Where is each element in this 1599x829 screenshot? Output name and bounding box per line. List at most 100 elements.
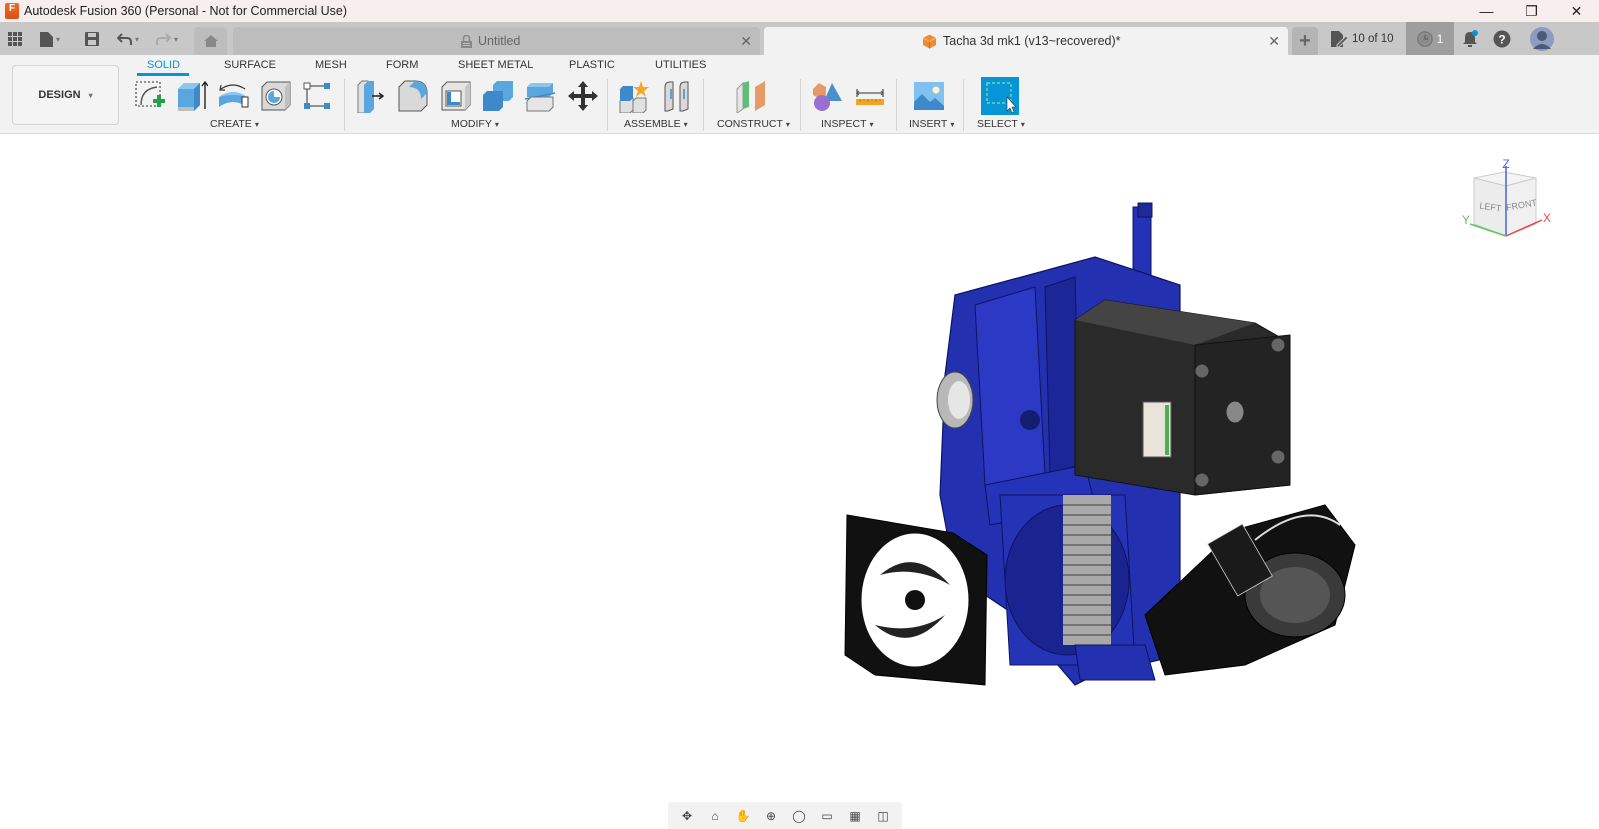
display-settings-icon[interactable]: ▭: [816, 808, 838, 824]
toolbar-ribbon: DESIGN ▾ SOLID SURFACE MESH FORM SHEET M…: [0, 55, 1599, 134]
pattern-button[interactable]: [299, 78, 335, 114]
fit-icon[interactable]: ◯: [788, 808, 810, 824]
group-divider: [963, 79, 964, 131]
version-history-button[interactable]: 10 of 10: [1330, 28, 1394, 50]
group-divider: [607, 79, 608, 131]
notifications-button[interactable]: [1459, 28, 1481, 50]
group-label: CONSTRUCT: [717, 118, 783, 130]
hole-button[interactable]: [258, 78, 294, 114]
modify-menu[interactable]: MODIFY ▾: [451, 118, 499, 130]
move-copy-button[interactable]: [565, 78, 601, 114]
look-at-icon[interactable]: ⌂: [704, 808, 726, 824]
select-button[interactable]: [981, 77, 1019, 115]
file-menu-button[interactable]: ▾: [40, 28, 60, 50]
tab-sheet-metal[interactable]: SHEET METAL: [458, 59, 533, 71]
redo-button[interactable]: ▾: [156, 28, 178, 50]
job-count: 1: [1436, 31, 1444, 46]
offset-plane-button[interactable]: [733, 78, 769, 114]
joint-icon: [664, 81, 689, 112]
combine-button[interactable]: [480, 78, 516, 114]
restore-button[interactable]: ❐: [1509, 0, 1554, 22]
grid-icon[interactable]: ▦: [844, 808, 866, 824]
data-panel-button[interactable]: [8, 28, 22, 50]
new-component-button[interactable]: [616, 78, 652, 114]
job-status-button[interactable]: 1: [1406, 22, 1454, 55]
tab-label: Untitled: [478, 34, 521, 48]
chevron-down-icon: ▾: [254, 119, 259, 129]
fillet-button[interactable]: [396, 78, 432, 114]
clock-icon: [1416, 30, 1433, 47]
chevron-down-icon: ▾: [88, 90, 93, 100]
extrude-button[interactable]: [173, 78, 209, 114]
window-select-icon: [986, 82, 1017, 113]
pan-icon[interactable]: ✋: [732, 808, 754, 824]
group-label: CREATE: [210, 118, 252, 130]
close-tab-icon[interactable]: ✕: [1268, 33, 1280, 50]
create-sketch-button[interactable]: [132, 78, 168, 114]
z-axis-label: Z: [1502, 158, 1509, 171]
help-button[interactable]: ?: [1491, 28, 1513, 50]
undo-button[interactable]: ▾: [117, 28, 139, 50]
press-pull-button[interactable]: [353, 78, 389, 114]
viewcube[interactable]: Z X Y LEFT FRONT: [1460, 157, 1555, 243]
window-title: Autodesk Fusion 360 (Personal - Not for …: [24, 4, 348, 18]
save-icon: [85, 32, 99, 46]
group-label: MODIFY: [451, 118, 492, 130]
heatsink: [1063, 495, 1111, 645]
interference-button[interactable]: [809, 78, 845, 114]
select-menu[interactable]: SELECT ▾: [977, 118, 1025, 130]
chevron-down-icon: ▾: [683, 119, 688, 129]
shell-button[interactable]: [438, 78, 474, 114]
measure-button[interactable]: [852, 78, 888, 114]
move-icon: [568, 81, 598, 111]
tab-utilities[interactable]: UTILITIES: [655, 59, 706, 71]
joint-button[interactable]: [659, 78, 695, 114]
workspace-label: DESIGN: [38, 89, 81, 101]
split-body-button[interactable]: [522, 78, 558, 114]
inspect-menu[interactable]: INSPECT ▾: [821, 118, 874, 130]
tab-plastic[interactable]: PLASTIC: [569, 59, 615, 71]
user-icon: [1530, 27, 1554, 51]
group-label: SELECT: [977, 118, 1018, 130]
new-tab-button[interactable]: +: [1292, 27, 1318, 55]
extruder-model[interactable]: [835, 195, 1365, 695]
press-pull-icon: [357, 80, 385, 113]
undo-icon: [117, 33, 132, 45]
extrude-icon: [178, 80, 208, 111]
file-icon: [40, 31, 53, 47]
3d-model-render: [844, 202, 1356, 686]
tab-tacha-3d-mk1[interactable]: Tacha 3d mk1 (v13~recovered)* ✕: [764, 27, 1288, 55]
group-divider: [896, 79, 897, 131]
tab-mesh[interactable]: MESH: [315, 59, 347, 71]
save-button[interactable]: [85, 28, 99, 50]
orbit-icon[interactable]: ✥: [676, 808, 698, 824]
tab-surface[interactable]: SURFACE: [224, 59, 276, 71]
home-tab[interactable]: [194, 27, 227, 55]
chevron-down-icon: ▾: [950, 119, 955, 129]
tab-untitled[interactable]: Untitled ✕: [233, 27, 760, 55]
minimize-button[interactable]: —: [1464, 0, 1509, 22]
rectangular-pattern-icon: [303, 82, 330, 109]
assemble-menu[interactable]: ASSEMBLE ▾: [624, 118, 688, 130]
create-menu[interactable]: CREATE ▾: [210, 118, 259, 130]
revolve-button[interactable]: [215, 78, 251, 114]
version-count: 10 of 10: [1352, 33, 1394, 45]
insert-canvas-button[interactable]: [911, 78, 947, 114]
tab-solid[interactable]: SOLID: [147, 59, 180, 71]
close-tab-icon[interactable]: ✕: [740, 33, 752, 50]
chevron-down-icon: ▾: [56, 34, 61, 44]
tab-form[interactable]: FORM: [386, 59, 418, 71]
bell-icon: [1463, 30, 1478, 47]
y-axis-label: Y: [1462, 213, 1470, 227]
construct-menu[interactable]: CONSTRUCT ▾: [717, 118, 790, 130]
measure-icon: [856, 89, 884, 105]
workspace-switcher[interactable]: DESIGN ▾: [12, 65, 119, 125]
chevron-down-icon: ▾: [494, 119, 499, 129]
viewcube-graphic: Z X Y LEFT FRONT: [1462, 157, 1551, 237]
sketch-icon: [135, 81, 165, 107]
zoom-icon[interactable]: ⊕: [760, 808, 782, 824]
close-button[interactable]: ✕: [1554, 0, 1599, 22]
viewports-icon[interactable]: ◫: [872, 808, 894, 824]
user-avatar[interactable]: [1530, 27, 1554, 51]
insert-menu[interactable]: INSERT ▾: [909, 118, 954, 130]
